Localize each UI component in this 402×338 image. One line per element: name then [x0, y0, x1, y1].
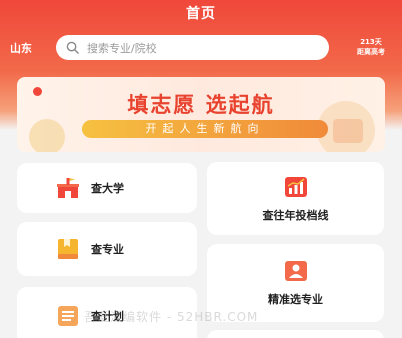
countdown-label: 距离高考 — [357, 48, 385, 56]
banner-circle-decoration — [29, 119, 65, 152]
promo-banner[interactable]: 填志愿 选起航 开起人生新航向 — [17, 77, 385, 152]
page-title: 首页 — [186, 6, 216, 22]
exam-countdown: 213天 距离高考 — [348, 37, 394, 57]
major-book-icon — [58, 239, 78, 259]
university-icon — [57, 178, 79, 198]
countdown-days: 213天 — [360, 38, 382, 46]
menu-card-major[interactable]: 查专业 — [17, 222, 197, 276]
search-icon — [66, 41, 79, 54]
menu-card-score-line[interactable]: 查往年投档线 — [207, 162, 384, 235]
banner-subtitle: 开起人生新航向 — [82, 120, 328, 138]
menu-label: 精准选专业 — [268, 293, 323, 306]
menu-card-university[interactable]: 查大学 — [17, 163, 197, 213]
region-selector[interactable]: 山东 — [10, 40, 32, 56]
menu-label: 查专业 — [91, 243, 124, 256]
person-select-icon — [284, 261, 307, 281]
search-placeholder: 搜索专业/院校 — [87, 41, 157, 55]
watermark: 吾爱汇编软件 - 52HBR.COM — [84, 310, 259, 324]
banner-headline: 填志愿 选起航 — [127, 93, 275, 117]
menu-label: 查往年投档线 — [262, 208, 329, 222]
plan-list-icon — [58, 306, 78, 326]
menu-label: 查大学 — [91, 182, 124, 195]
menu-card-partial[interactable] — [207, 330, 384, 338]
search-bar[interactable]: 搜索专业/院校 — [56, 35, 329, 60]
banner-building-decoration — [333, 119, 363, 143]
score-line-chart-icon — [284, 176, 307, 197]
